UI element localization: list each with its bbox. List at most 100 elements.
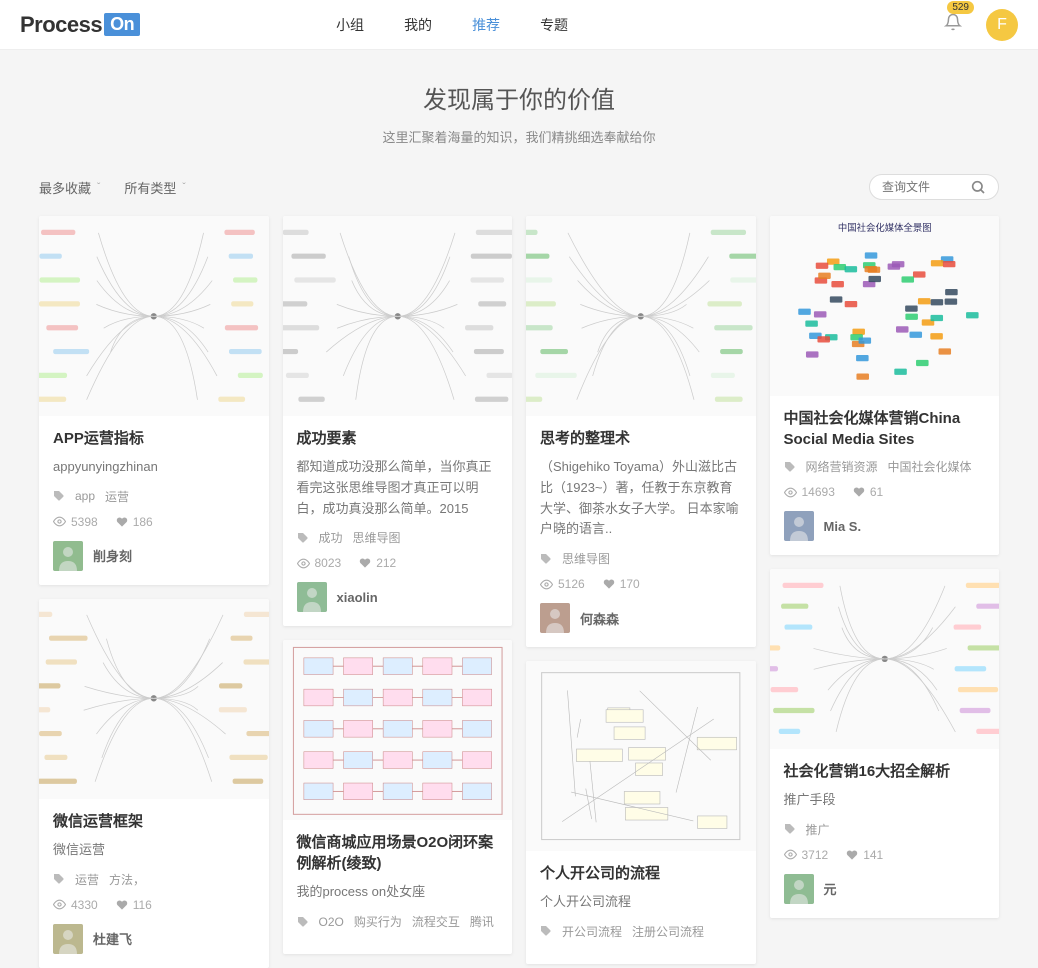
avatar-letter: F [997,16,1007,34]
tag-row: O2O 购买行为流程交互腾讯 [297,913,499,930]
author-row[interactable]: xiaolin [297,582,499,612]
tag[interactable]: 推广 [806,821,830,838]
card-thumbnail[interactable] [770,569,1000,749]
card-thumbnail[interactable] [39,216,269,416]
tag[interactable]: 注册公司流程 [632,923,704,940]
card-title[interactable]: APP运营指标 [53,428,255,449]
eye-icon [540,578,553,591]
tag-icon [784,823,796,835]
card-title[interactable]: 微信运营框架 [53,811,255,832]
tag[interactable]: 中国社会化媒体 [888,458,972,475]
tag[interactable]: 运营 [105,488,129,505]
author-row[interactable]: 元 [784,874,986,904]
tag-icon [784,461,796,473]
thumbnail-image [39,599,269,799]
tag[interactable]: 流程交互 [412,913,460,930]
tag[interactable]: 思维导图 [353,529,401,546]
card-description: 我的process on处女座 [297,882,499,903]
card-title[interactable]: 微信商城应用场景O2O闭环案例解析(绫致) [297,832,499,874]
heart-icon [846,849,858,861]
card-thumbnail[interactable]: 中国社会化媒体全景图 [770,216,1000,396]
author-row[interactable]: 削身刻 [53,541,255,571]
nav-item-2[interactable]: 推荐 [472,15,500,35]
tag[interactable]: 思维导图 [562,550,610,567]
heart-icon [116,516,128,528]
author-avatar [540,603,570,633]
author-avatar [53,924,83,954]
main-nav: 小组 我的 推荐 专题 [336,15,568,35]
tag[interactable]: app [75,489,95,503]
tag[interactable]: 开公司流程 [562,923,622,940]
logo-accent: On [104,13,140,36]
search-input[interactable] [882,180,962,194]
card-title[interactable]: 成功要素 [297,428,499,449]
notification-badge: 529 [947,1,974,14]
nav-item-0[interactable]: 小组 [336,15,364,35]
card-thumbnail[interactable] [526,661,756,851]
diagram-card[interactable]: 社会化营销16大招全解析 推广手段 推广 3712 141 元 [770,569,1000,918]
card-description: 都知道成功没那么简单，当你真正看完这张思维导图才真正可以明白，成功真没那么简单。… [297,457,499,519]
tag-row: app 运营 [53,488,255,505]
card-body: 社会化营销16大招全解析 推广手段 推广 3712 141 元 [770,749,1000,918]
tag[interactable]: 方法， [109,871,145,888]
card-title[interactable]: 社会化营销16大招全解析 [784,761,986,782]
tag-row: 成功思维导图 [297,529,499,546]
card-thumbnail[interactable] [283,640,513,820]
nav-item-3[interactable]: 专题 [540,15,568,35]
filter-bar: 最多收藏 ˇ 所有类型 ˇ [29,174,1009,216]
eye-icon [784,486,797,499]
type-label: 所有类型 [124,178,176,197]
tag[interactable]: 运营 [75,871,99,888]
search-box[interactable] [869,174,999,200]
top-header: Process On 小组 我的 推荐 专题 529 F [0,0,1038,50]
thumbnail-image [526,661,756,851]
views-stat: 5398 [53,515,98,529]
likes-count: 141 [863,848,883,862]
sort-filter[interactable]: 最多收藏 ˇ [39,178,100,197]
tag-icon [297,916,309,928]
tag[interactable]: 网络营销资源 [806,458,878,475]
diagram-card[interactable]: 中国社会化媒体全景图 中国社会化媒体营销China Social Media S… [770,216,1000,555]
card-title[interactable]: 思考的整理术 [540,428,742,449]
card-description: （Shigehiko Toyama）外山滋比古比（1923~）著，任教于东京教育… [540,457,742,540]
card-thumbnail[interactable] [283,216,513,416]
diagram-card[interactable]: 思考的整理术 （Shigehiko Toyama）外山滋比古比（1923~）著，… [526,216,756,647]
card-description: 推广手段 [784,790,986,811]
diagram-card[interactable]: 个人开公司的流程 个人开公司流程 开公司流程注册公司流程 [526,661,756,964]
likes-count: 212 [376,556,396,570]
diagram-card[interactable]: 微信商城应用场景O2O闭环案例解析(绫致) 我的process on处女座 O2… [283,640,513,954]
svg-text:中国社会化媒体全景图: 中国社会化媒体全景图 [837,222,931,233]
card-description: 个人开公司流程 [540,892,742,913]
card-thumbnail[interactable] [526,216,756,416]
tag[interactable]: 腾讯 [470,913,494,930]
eye-icon [53,898,66,911]
type-filter[interactable]: 所有类型 ˇ [124,178,185,197]
author-row[interactable]: Mia S. [784,511,986,541]
tag[interactable]: O2O [319,915,344,929]
views-stat: 3712 [784,848,829,862]
diagram-card[interactable]: 成功要素 都知道成功没那么简单，当你真正看完这张思维导图才真正可以明白，成功真没… [283,216,513,626]
card-title[interactable]: 中国社会化媒体营销China Social Media Sites [784,408,986,450]
likes-count: 186 [133,515,153,529]
heart-icon [853,486,865,498]
nav-item-1[interactable]: 我的 [404,15,432,35]
card-body: 思考的整理术 （Shigehiko Toyama）外山滋比古比（1923~）著，… [526,416,756,647]
tag[interactable]: 购买行为 [354,913,402,930]
notifications-button[interactable]: 529 [944,13,962,36]
card-thumbnail[interactable] [39,599,269,799]
user-avatar[interactable]: F [986,9,1018,41]
author-avatar [784,874,814,904]
logo[interactable]: Process On [20,12,140,38]
tag[interactable]: 成功 [319,529,343,546]
sort-label: 最多收藏 [39,178,91,197]
heart-icon [603,578,615,590]
views-count: 5126 [558,577,585,591]
chevron-down-icon: ˇ [97,182,100,193]
author-row[interactable]: 杜建飞 [53,924,255,954]
card-title[interactable]: 个人开公司的流程 [540,863,742,884]
thumbnail-image: 中国社会化媒体全景图 [770,216,1000,396]
author-row[interactable]: 何森森 [540,603,742,633]
diagram-card[interactable]: 微信运营框架 微信运营 运营方法， 4330 116 杜建飞 [39,599,269,968]
diagram-card[interactable]: APP运营指标 appyunyingzhinan app运营 5398 186 … [39,216,269,585]
card-description: 微信运营 [53,840,255,861]
